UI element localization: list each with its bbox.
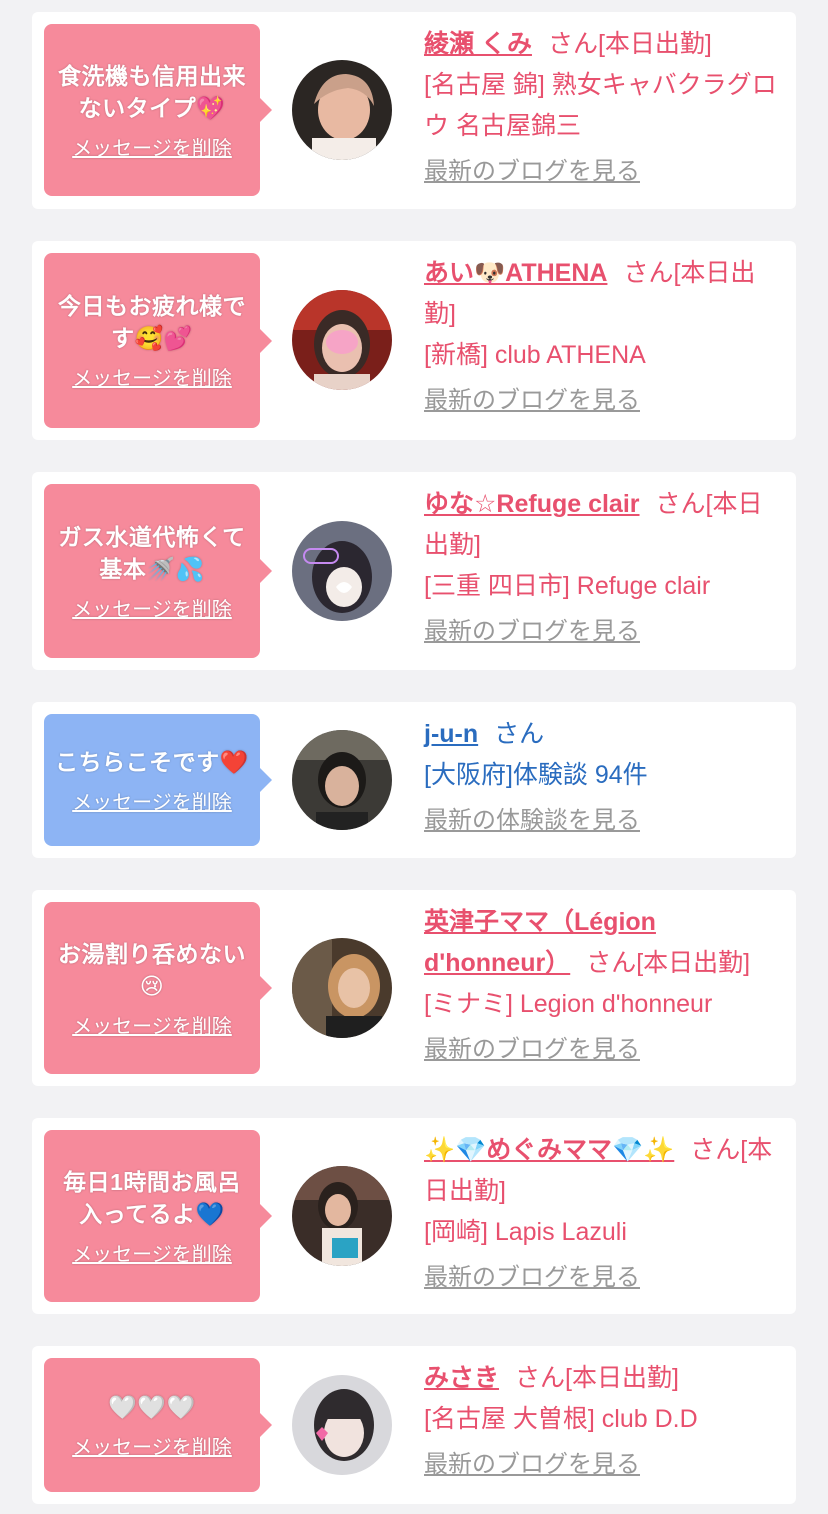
cast-name-link[interactable]: みさき	[424, 1364, 499, 1392]
shop-info: [三重 四日市] Refuge clair	[424, 572, 711, 600]
message-bubble: こちらこそです❤️ メッセージを削除	[44, 714, 272, 846]
delete-message-link[interactable]: メッセージを削除	[72, 362, 232, 391]
message-bubble: 毎日1時間お風呂入ってるよ💙 メッセージを削除	[44, 1130, 272, 1302]
work-status: [本日出勤]	[565, 1364, 679, 1392]
honorific: さん	[655, 490, 706, 518]
shop-info: [名古屋 錦] 熟女キャバクラグロウ 名古屋錦三	[424, 71, 777, 140]
message-text: 今日もお疲れ様です🥰💕	[58, 293, 246, 351]
cast-info: j-u-n さん [大阪府]体験談 94件 最新の体験談を見る	[424, 714, 784, 838]
name-line: みさき さん[本日出勤]	[424, 1358, 784, 1399]
cast-name-link[interactable]: ゆな☆Refuge clair	[424, 490, 640, 518]
avatar[interactable]	[292, 521, 392, 621]
work-status: [本日出勤]	[597, 30, 712, 58]
message-card: ガス水道代怖くて基本🚿💦 メッセージを削除 ゆな☆Refuge clair さん […	[32, 472, 796, 670]
avatar[interactable]	[292, 290, 392, 390]
latest-blog-link[interactable]: 最新のブログを見る	[424, 1033, 640, 1067]
cast-name-link[interactable]: 綾瀬 くみ	[424, 30, 532, 58]
message-card: 🤍🤍🤍 メッセージを削除 みさき さん[本日出勤] [名古屋 大曽根] club …	[32, 1346, 796, 1504]
avatar[interactable]	[292, 1166, 392, 1266]
avatar[interactable]	[292, 730, 392, 830]
honorific: さん	[547, 30, 598, 58]
message-bubble: 食洗機も信用出来ないタイプ💖 メッセージを削除	[44, 24, 272, 196]
delete-message-link[interactable]: メッセージを削除	[72, 786, 232, 815]
message-card: こちらこそです❤️ メッセージを削除 j-u-n さん [大阪府]体験談 94件 …	[32, 702, 796, 858]
cast-info: 綾瀬 くみ さん[本日出勤] [名古屋 錦] 熟女キャバクラグロウ 名古屋錦三 最…	[424, 24, 784, 189]
message-text: ガス水道代怖くて基本🚿💦	[58, 523, 246, 582]
shop-info: [大阪府]体験談 94件	[424, 761, 648, 789]
message-card: 今日もお疲れ様です🥰💕 メッセージを削除 あい🐶ATHENA さん[本日出勤] […	[32, 241, 796, 440]
honorific: さん	[623, 259, 674, 287]
cast-name-link[interactable]: ✨💎めぐみママ💎✨	[424, 1136, 674, 1164]
name-line: あい🐶ATHENA さん[本日出勤]	[424, 253, 784, 335]
message-text: お湯割り呑めない😢	[58, 940, 246, 999]
latest-review-link[interactable]: 最新の体験談を見る	[424, 804, 640, 838]
honorific: さん	[586, 949, 637, 977]
name-line: 英津子ママ（Légion d'honneur） さん[本日出勤]	[424, 902, 784, 984]
cast-info: みさき さん[本日出勤] [名古屋 大曽根] club D.D 最新のブログを見る	[424, 1358, 784, 1482]
message-bubble: 🤍🤍🤍 メッセージを削除	[44, 1358, 272, 1492]
delete-message-link[interactable]: メッセージを削除	[72, 593, 232, 622]
cast-info: 英津子ママ（Légion d'honneur） さん[本日出勤] [ミナミ] Le…	[424, 902, 784, 1067]
honorific: さん	[515, 1364, 566, 1392]
message-text: 🤍🤍🤍	[108, 1393, 196, 1420]
message-bubble: 今日もお疲れ様です🥰💕 メッセージを削除	[44, 253, 272, 428]
shop-info: [名古屋 大曽根] club D.D	[424, 1405, 698, 1433]
message-card: 毎日1時間お風呂入ってるよ💙 メッセージを削除 ✨💎めぐみママ💎✨ さん[本日出勤…	[32, 1118, 796, 1314]
shop-info: [ミナミ] Legion d'honneur	[424, 990, 713, 1018]
latest-blog-link[interactable]: 最新のブログを見る	[424, 155, 640, 189]
delete-message-link[interactable]: メッセージを削除	[72, 132, 232, 161]
latest-blog-link[interactable]: 最新のブログを見る	[424, 384, 640, 418]
latest-blog-link[interactable]: 最新のブログを見る	[424, 1261, 640, 1295]
message-card: お湯割り呑めない😢 メッセージを削除 英津子ママ（Légion d'honneu…	[32, 890, 796, 1086]
avatar[interactable]	[292, 938, 392, 1038]
delete-message-link[interactable]: メッセージを削除	[72, 1431, 232, 1460]
shop-info: [岡崎] Lapis Lazuli	[424, 1218, 627, 1246]
avatar[interactable]	[292, 1375, 392, 1475]
message-card: 食洗機も信用出来ないタイプ💖 メッセージを削除 綾瀬 くみ さん[本日出勤] [名…	[32, 12, 796, 209]
latest-blog-link[interactable]: 最新のブログを見る	[424, 1448, 640, 1482]
cast-name-link[interactable]: あい🐶ATHENA	[424, 259, 607, 287]
delete-message-link[interactable]: メッセージを削除	[72, 1238, 232, 1267]
cast-info: あい🐶ATHENA さん[本日出勤] [新橋] club ATHENA 最新のブロ…	[424, 253, 784, 418]
honorific: さん	[494, 720, 545, 748]
name-line: ゆな☆Refuge clair さん[本日出勤]	[424, 484, 784, 566]
message-bubble: ガス水道代怖くて基本🚿💦 メッセージを削除	[44, 484, 272, 658]
message-bubble: お湯割り呑めない😢 メッセージを削除	[44, 902, 272, 1074]
message-text: こちらこそです❤️	[55, 748, 249, 775]
cast-info: ✨💎めぐみママ💎✨ さん[本日出勤] [岡崎] Lapis Lazuli 最新のブ…	[424, 1130, 784, 1295]
message-text: 毎日1時間お風呂入ってるよ💙	[63, 1168, 241, 1227]
shop-info: [新橋] club ATHENA	[424, 341, 646, 369]
name-line: 綾瀬 くみ さん[本日出勤]	[424, 24, 784, 65]
latest-blog-link[interactable]: 最新のブログを見る	[424, 615, 640, 649]
message-text: 食洗機も信用出来ないタイプ💖	[58, 62, 246, 121]
work-status: [本日出勤]	[636, 949, 751, 977]
name-line: j-u-n さん	[424, 714, 784, 755]
cast-info: ゆな☆Refuge clair さん[本日出勤] [三重 四日市] Refuge …	[424, 484, 784, 649]
delete-message-link[interactable]: メッセージを削除	[72, 1010, 232, 1039]
honorific: さん	[690, 1136, 741, 1164]
name-line: ✨💎めぐみママ💎✨ さん[本日出勤]	[424, 1130, 784, 1212]
cast-name-link[interactable]: j-u-n	[424, 720, 478, 748]
avatar[interactable]	[292, 60, 392, 160]
